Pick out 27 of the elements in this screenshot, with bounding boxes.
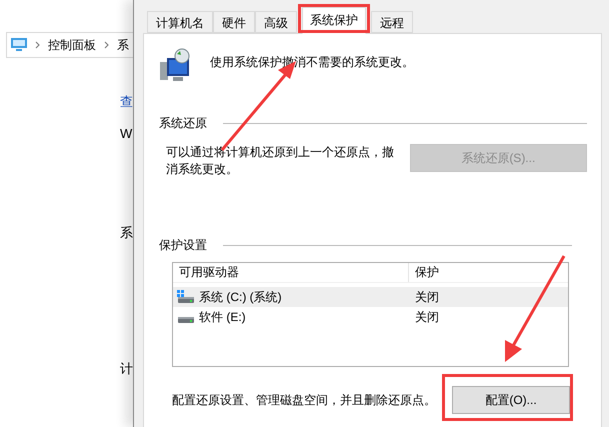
drive-name: 系统 (C:) (系统) bbox=[199, 289, 282, 306]
text-fragment: 系 bbox=[120, 224, 133, 242]
protection-status: 关闭 bbox=[414, 309, 439, 326]
section-heading: 系统还原 bbox=[159, 115, 207, 132]
chevron-icon bbox=[35, 41, 40, 49]
drive-row[interactable]: 系统 (C:) (系统) 关闭 bbox=[173, 287, 568, 307]
drive-icon bbox=[177, 290, 195, 304]
tab[interactable]: 远程 bbox=[371, 11, 413, 33]
drive-name: 软件 (E:) bbox=[199, 309, 246, 326]
text-fragment: W bbox=[120, 124, 133, 142]
link[interactable]: 查 bbox=[120, 92, 133, 112]
tab[interactable]: 硬件 bbox=[213, 11, 255, 33]
tab[interactable]: 高级 bbox=[255, 11, 297, 33]
breadcrumb-item[interactable]: 系 bbox=[117, 36, 129, 54]
tab[interactable]: 计算机名 bbox=[147, 11, 213, 33]
drive-icon bbox=[177, 316, 195, 324]
monitor-icon bbox=[11, 38, 27, 52]
column-header[interactable]: 可用驱动器 bbox=[173, 263, 409, 282]
highlight-box bbox=[298, 4, 370, 33]
breadcrumb-item[interactable]: 控制面板 bbox=[48, 36, 96, 54]
column-header[interactable]: 保护 bbox=[409, 263, 439, 282]
text-fragment: 计 bbox=[120, 360, 133, 378]
configure-text: 配置还原设置、管理磁盘空间，并且删除还原点。 bbox=[172, 392, 436, 409]
chevron-icon bbox=[104, 41, 109, 49]
configure-button[interactable]: 配置(O)... bbox=[452, 386, 570, 414]
section-heading: 保护设置 bbox=[159, 237, 207, 254]
protection-status: 关闭 bbox=[414, 289, 439, 306]
